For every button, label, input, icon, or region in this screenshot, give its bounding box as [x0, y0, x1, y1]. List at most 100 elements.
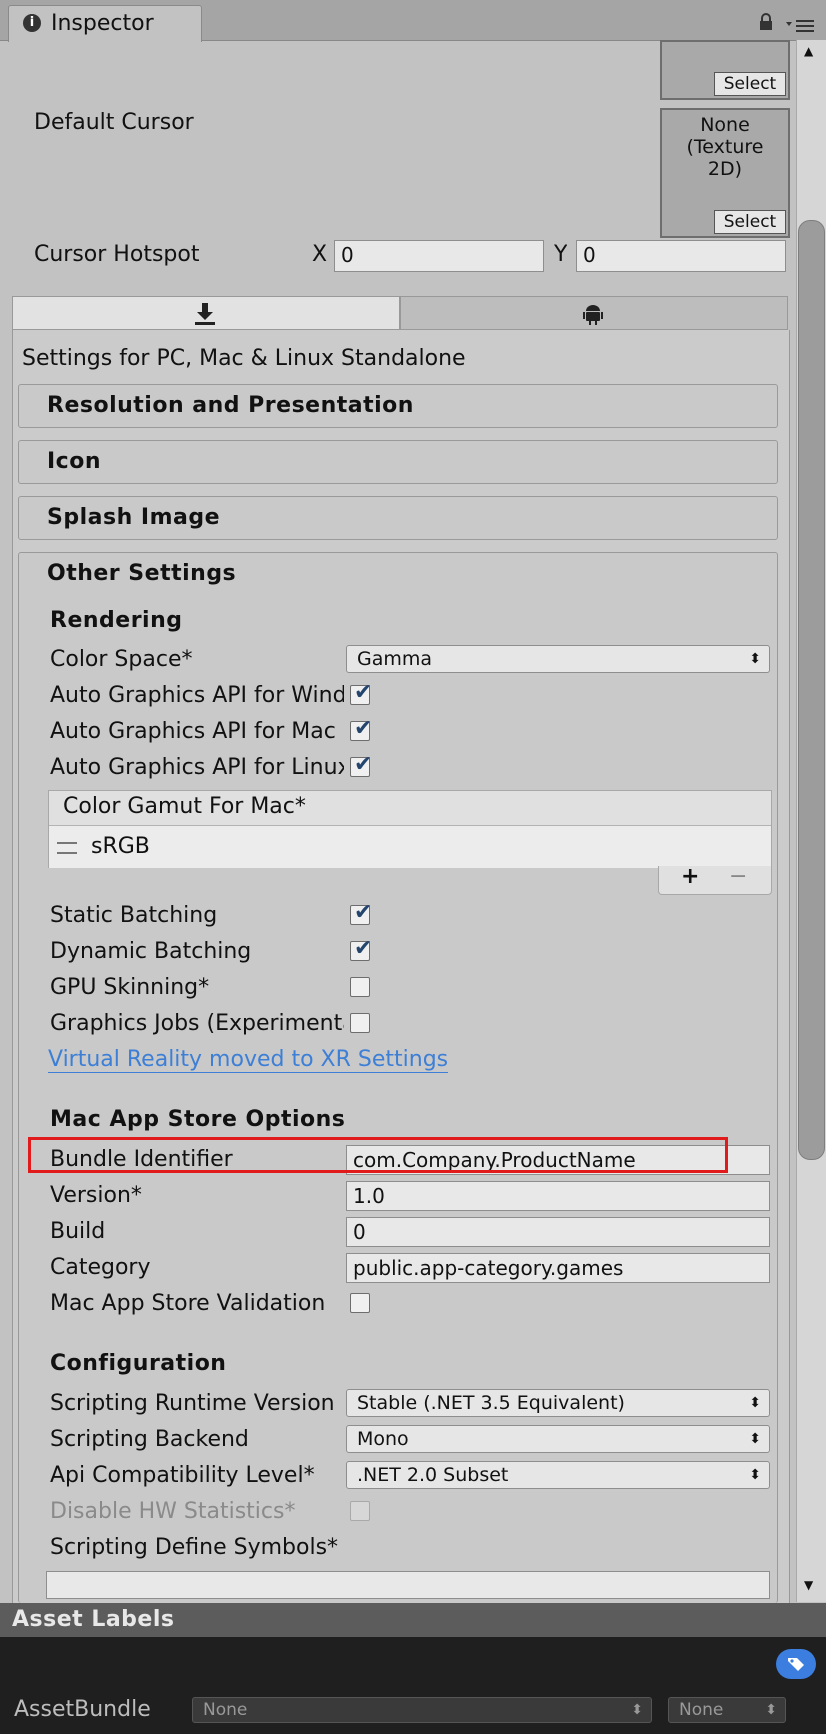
info-icon: i	[23, 14, 41, 32]
hotspot-y-label: Y	[554, 242, 568, 267]
color-space-value: Gamma	[357, 648, 433, 670]
checkmark-icon: ✔	[354, 716, 373, 741]
color-space-dropdown[interactable]: Gamma ⬍	[346, 645, 770, 673]
asset-labels-header[interactable]: Asset Labels	[0, 1603, 826, 1637]
auto-graphics-mac-label: Auto Graphics API for Mac	[50, 719, 336, 744]
version-input[interactable]: 1.0	[346, 1181, 770, 1211]
inspector-tab-label: Inspector	[51, 11, 154, 36]
section-icon-title: Icon	[47, 449, 102, 474]
hotspot-x-label: X	[312, 242, 328, 267]
download-icon	[195, 303, 215, 325]
rendering-heading: Rendering	[50, 608, 183, 633]
select-texture-button[interactable]: Select	[714, 72, 786, 96]
scripting-backend-label: Scripting Backend	[50, 1427, 249, 1452]
assetbundle-name-value: None	[203, 1700, 248, 1720]
version-label: Version*	[50, 1183, 142, 1208]
asset-labels-title: Asset Labels	[12, 1607, 175, 1632]
section-splash[interactable]: Splash Image	[18, 496, 778, 540]
build-input[interactable]: 0	[346, 1217, 770, 1247]
gpu-skinning-checkbox[interactable]	[350, 977, 370, 997]
section-resolution-title: Resolution and Presentation	[47, 393, 414, 418]
auto-graphics-win-checkbox[interactable]: ✔	[350, 680, 372, 705]
lock-icon[interactable]	[758, 13, 774, 31]
default-cursor-slot[interactable]: None (Texture 2D) Select	[660, 108, 790, 238]
checkmark-icon: ✔	[354, 752, 373, 777]
tab-standalone[interactable]	[12, 296, 400, 330]
auto-graphics-linux-label: Auto Graphics API for Linux	[50, 755, 344, 780]
inspector-tab[interactable]: i Inspector	[8, 5, 202, 42]
scripting-backend-dropdown[interactable]: Mono ⬍	[346, 1425, 770, 1453]
tab-android[interactable]	[400, 296, 788, 330]
asset-labels-panel: AssetBundle None ⬍ None ⬍	[0, 1637, 826, 1734]
select-default-cursor-button[interactable]: Select	[714, 210, 786, 234]
checkmark-icon: ✔	[354, 936, 373, 961]
store-validation-label: Mac App Store Validation	[50, 1291, 326, 1316]
graphics-jobs-label: Graphics Jobs (Experimental)	[50, 1011, 344, 1036]
disable-hw-stats-checkbox	[350, 1501, 370, 1521]
section-resolution[interactable]: Resolution and Presentation	[18, 384, 778, 428]
dropdown-arrows-icon: ⬍	[749, 1395, 761, 1411]
disable-hw-stats-label: Disable HW Statistics*	[50, 1499, 296, 1524]
menu-icon[interactable]	[786, 18, 816, 34]
scrollbar-thumb[interactable]	[798, 220, 825, 1160]
build-label: Build	[50, 1219, 106, 1244]
dropdown-arrows-icon: ⬍	[749, 1431, 761, 1447]
section-icon[interactable]: Icon	[18, 440, 778, 484]
category-input[interactable]: public.app-category.games	[346, 1253, 770, 1283]
platform-tabs	[12, 296, 788, 330]
add-item-button[interactable]: +	[681, 864, 699, 889]
assetbundle-label: AssetBundle	[14, 1697, 151, 1722]
color-gamut-list: Color Gamut For Mac* sRGB	[48, 790, 772, 868]
dropdown-arrows-icon: ⬍	[749, 651, 761, 667]
auto-graphics-linux-checkbox[interactable]: ✔	[350, 752, 372, 777]
drag-handle-icon[interactable]	[57, 842, 77, 854]
list-footer: + −	[658, 864, 772, 895]
scripting-backend-value: Mono	[357, 1428, 409, 1450]
hotspot-y-input[interactable]: 0	[576, 240, 786, 272]
define-symbols-input[interactable]	[46, 1571, 770, 1599]
gpu-skinning-label: GPU Skinning*	[50, 975, 210, 1000]
color-gamut-item[interactable]: sRGB	[49, 825, 771, 868]
default-cursor-value: None (Texture 2D)	[686, 114, 764, 180]
store-validation-checkbox[interactable]	[350, 1293, 370, 1313]
checkmark-icon: ✔	[354, 900, 373, 925]
cursor-hotspot-label: Cursor Hotspot	[34, 242, 200, 267]
default-cursor-label: Default Cursor	[34, 110, 194, 135]
scroll-down-arrow-icon[interactable]: ▼	[804, 1578, 813, 1592]
color-space-label: Color Space*	[50, 647, 193, 672]
hotspot-x-input[interactable]: 0	[334, 240, 544, 272]
api-compat-dropdown[interactable]: .NET 2.0 Subset ⬍	[346, 1461, 770, 1489]
section-other-title[interactable]: Other Settings	[47, 561, 236, 586]
static-batching-checkbox[interactable]: ✔	[350, 900, 372, 925]
tag-icon[interactable]	[776, 1649, 816, 1679]
cursor-texture-slot[interactable]: Select	[660, 40, 790, 100]
dynamic-batching-label: Dynamic Batching	[50, 939, 252, 964]
assetbundle-variant-dropdown[interactable]: None ⬍	[668, 1697, 786, 1723]
dropdown-arrows-icon: ⬍	[749, 1467, 761, 1483]
dropdown-arrows-icon: ⬍	[765, 1702, 777, 1718]
settings-for-label: Settings for PC, Mac & Linux Standalone	[22, 346, 466, 371]
assetbundle-variant-value: None	[679, 1700, 724, 1720]
auto-graphics-win-label: Auto Graphics API for Windows	[50, 683, 344, 708]
runtime-version-label: Scripting Runtime Version	[50, 1391, 335, 1416]
api-compat-value: .NET 2.0 Subset	[357, 1464, 509, 1486]
category-label: Category	[50, 1255, 151, 1280]
auto-graphics-mac-checkbox[interactable]: ✔	[350, 716, 372, 741]
dynamic-batching-checkbox[interactable]: ✔	[350, 936, 372, 961]
runtime-version-value: Stable (.NET 3.5 Equivalent)	[357, 1392, 625, 1414]
color-gamut-item-label: sRGB	[91, 834, 150, 859]
android-icon	[583, 305, 603, 325]
section-splash-title: Splash Image	[47, 505, 221, 530]
vr-settings-link[interactable]: Virtual Reality moved to XR Settings	[48, 1047, 449, 1073]
static-batching-label: Static Batching	[50, 903, 218, 928]
assetbundle-name-dropdown[interactable]: None ⬍	[192, 1697, 652, 1723]
scroll-up-arrow-icon[interactable]: ▲	[804, 44, 813, 58]
remove-item-button[interactable]: −	[729, 864, 747, 889]
runtime-version-dropdown[interactable]: Stable (.NET 3.5 Equivalent) ⬍	[346, 1389, 770, 1417]
color-gamut-header: Color Gamut For Mac*	[63, 794, 306, 819]
mac-store-heading: Mac App Store Options	[50, 1107, 346, 1132]
configuration-heading: Configuration	[50, 1351, 227, 1376]
api-compat-label: Api Compatibility Level*	[50, 1463, 315, 1488]
highlight-box	[28, 1137, 728, 1173]
graphics-jobs-checkbox[interactable]	[350, 1013, 370, 1033]
